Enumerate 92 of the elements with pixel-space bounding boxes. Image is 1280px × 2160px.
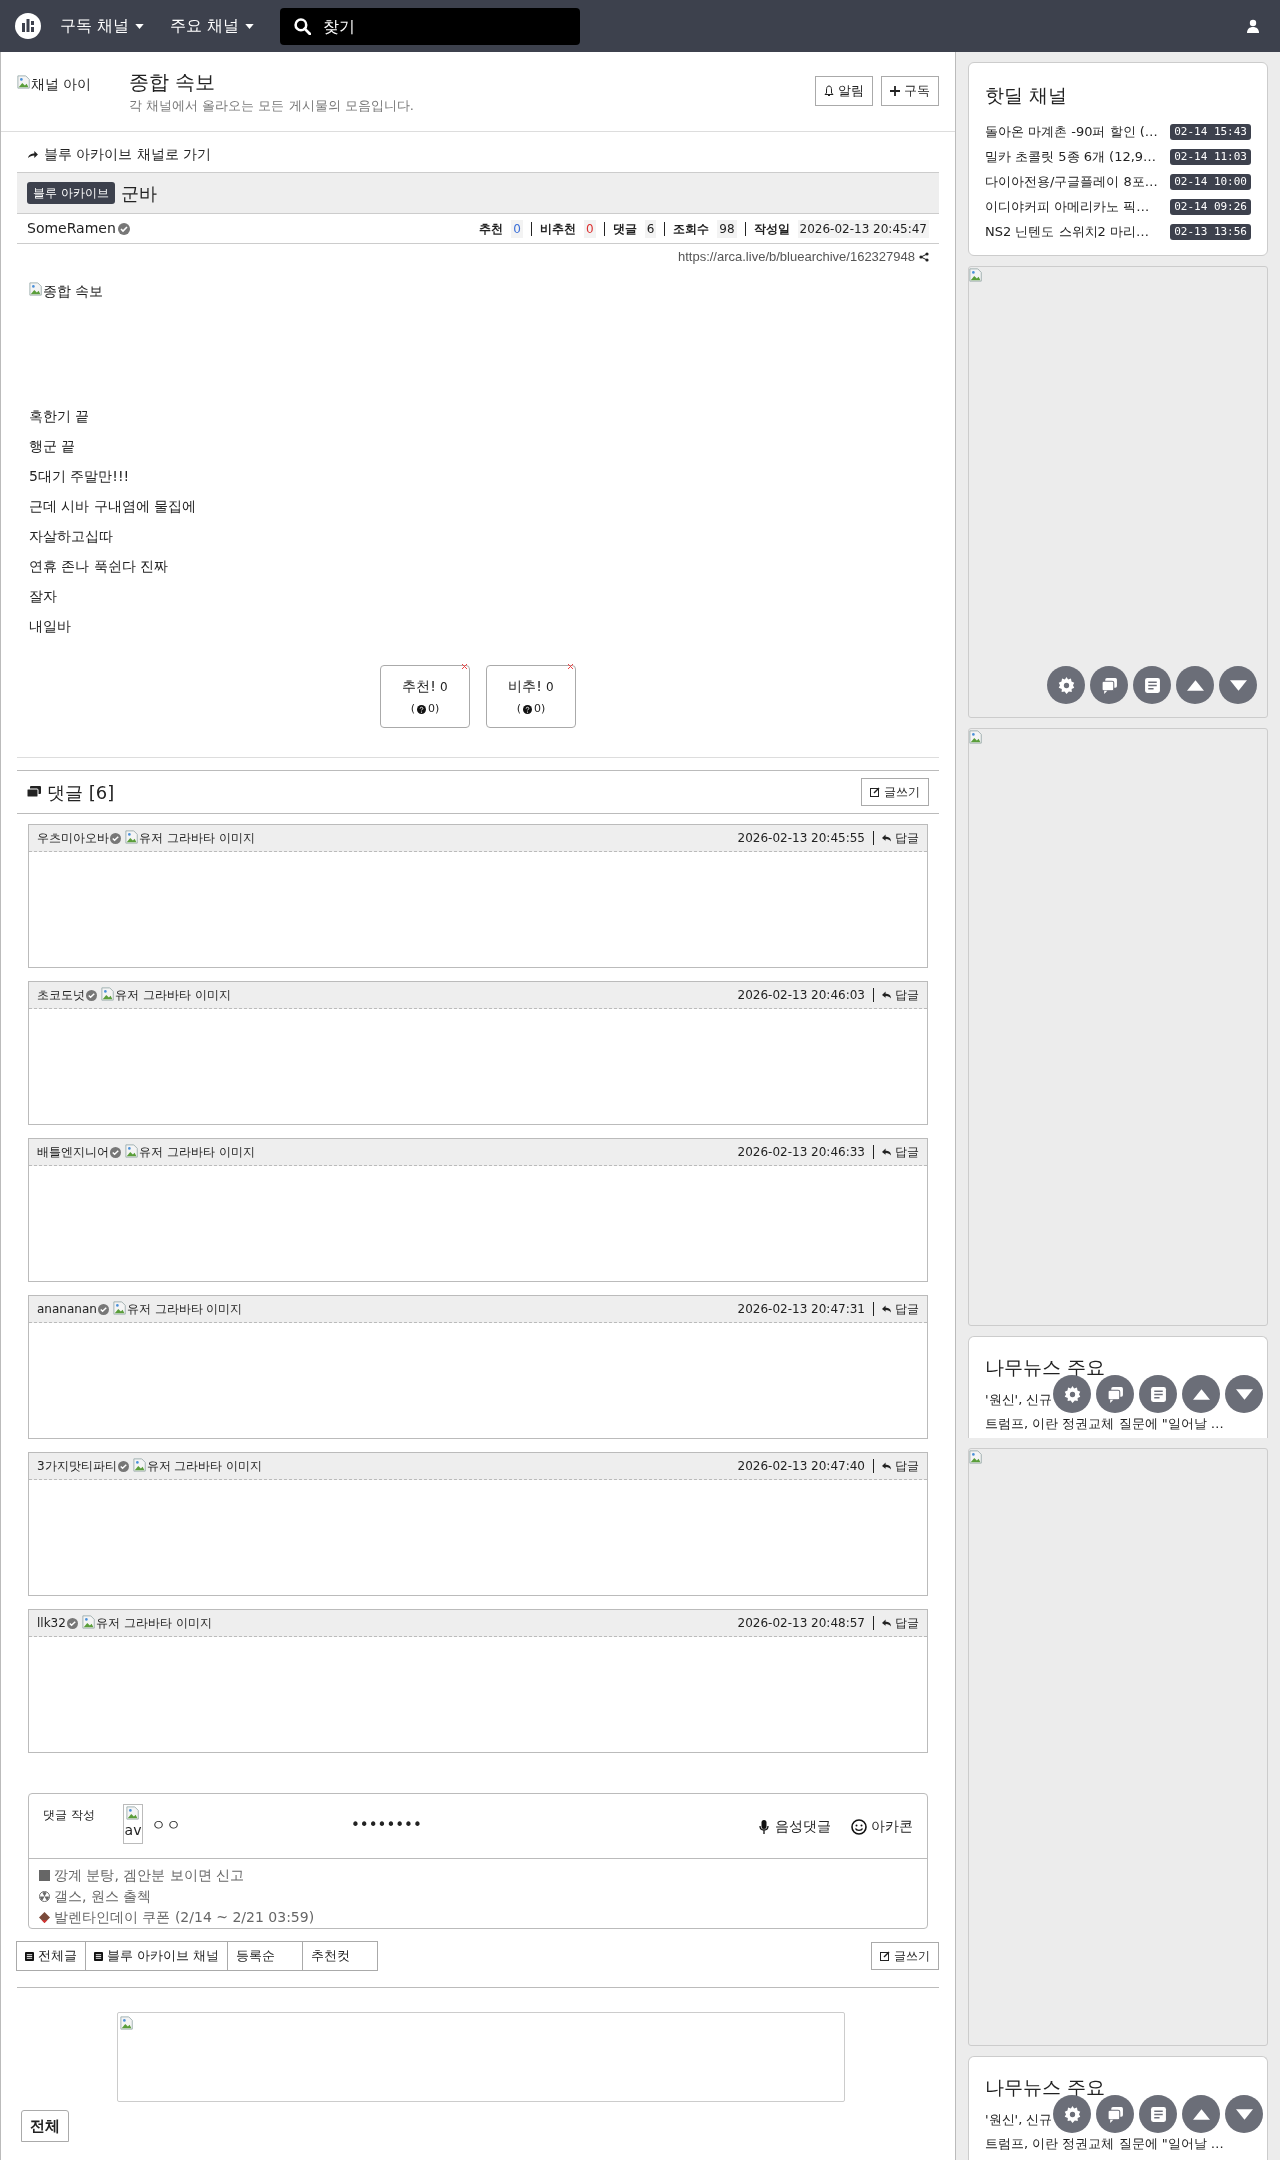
subscribe-button[interactable]: 구독 [881,76,939,106]
filter-button[interactable]: 전체 [21,2110,69,2142]
news-link[interactable]: 트럼프, 이란 정권교체 질문에 "일어날 … [985,2134,1224,2154]
stat-value: 2026-02-13 20:45:47 [797,219,929,238]
comment-author[interactable]: 우츠미아오바 [37,829,109,847]
search-field[interactable]: 찾기 [280,7,581,45]
hotdeal-link[interactable]: NS2 닌텐도 스위치2 마리… [985,222,1149,242]
reply-link[interactable]: 답글 [882,986,919,1004]
post-url[interactable]: https://arca.live/b/bluearchive/162327948 [677,247,915,267]
comment-time: 2026-02-13 20:48:57 [737,1615,865,1632]
comment-author[interactable]: 초코도넛 [37,986,85,1004]
card-title: 핫딜 채널 [985,83,1069,108]
list-tab[interactable]: 전체글 [16,1941,86,1971]
stat-label: 작성일 [753,220,790,238]
comment-time: 2026-02-13 20:45:55 [737,830,865,847]
comment-time: 2026-02-13 20:46:33 [737,1144,865,1161]
comment-time: 2026-02-13 20:46:03 [737,987,865,1004]
comment-author[interactable]: anananan [37,1300,97,1318]
nav-menu[interactable]: 주요 채널 [162,14,263,38]
comment-author[interactable]: 배틀엔지니어 [37,1143,109,1161]
notice-text: 깡계 분탕, 겜안분 보이면 신고 [54,1866,245,1885]
stat-value: 98 [717,219,737,238]
hotdeal-link[interactable]: 밀카 초콜릿 5종 6개 (12,9… [985,147,1157,167]
avatar-alt-text: 유저 그라바타 이미지 [146,1458,263,1475]
emoticon-button[interactable]: 아카콘 [851,1816,913,1837]
reply-link[interactable]: 답글 [882,1614,919,1632]
list-tab[interactable]: 추천컷 [302,1941,379,1971]
avatar-alt-text: 유저 그라바타 이미지 [139,1144,255,1161]
hotdeal-link[interactable]: 이디야커피 아메리카노 픽… [985,197,1150,217]
time-badge: 02-13 13:56 [1170,223,1251,241]
avatar-alt-text: av [124,1821,142,1839]
notice-text: 발렌타인데이 쿠폰 (2/14 ~ 2/21 03:59) [54,1908,315,1927]
comment-time: 2026-02-13 20:47:31 [737,1301,865,1318]
comment-author[interactable]: llk32 [37,1614,66,1632]
comments-title: 댓글 [6] [47,780,115,805]
list-tab[interactable]: 블루 아카이브 채널 [85,1941,229,1971]
channel-description: 각 채널에서 올라오는 모든 게시물의 모음입니다. [129,97,415,115]
channel-title: 종합 속보 [129,69,217,96]
notice-text: 갤스, 원스 출첵 [54,1887,152,1906]
post-body-line: 행군 끝 [29,437,77,456]
comment-author[interactable]: 3가지맛티파티 [37,1457,117,1475]
post-body-line: 연휴 존나 푹쉰다 진짜 [29,557,170,576]
stat-label: 비추천 [540,220,576,238]
post-body-line: 자살하고십따 [29,527,114,546]
reply-link[interactable]: 답글 [882,1457,919,1475]
write-button[interactable]: 글쓰기 [861,778,929,806]
comment-form-label: 댓글 작성 [43,1807,96,1824]
post-body-line: 잘자 [29,587,58,606]
stat-value: 0 [584,219,596,238]
nav-menu[interactable]: 구독 채널 [52,14,153,38]
avatar-alt-text: 유저 그라바타 이미지 [115,987,231,1004]
alarm-button[interactable]: 알림 [815,76,873,106]
news-link[interactable]: '원신', 신규 [985,2110,1053,2130]
post-body-line: 혹한기 끝 [29,407,91,426]
news-link[interactable]: 트럼프, 이란 정권교체 질문에 "일어날 … [985,1414,1224,1434]
reply-link[interactable]: 답글 [882,1300,919,1318]
time-badge: 02-14 10:00 [1170,173,1251,191]
post-body-line: 내일바 [29,617,72,636]
reply-link[interactable]: 답글 [882,1143,919,1161]
category-badge[interactable]: 블루 아카이브 [27,182,115,204]
time-badge: 02-14 11:03 [1170,148,1251,166]
list-tab[interactable]: 등록순 [227,1941,304,1971]
hotdeal-link[interactable]: 다이아전용/구글플레이 8포… [985,172,1158,192]
avatar-alt-text: 유저 그라바타 이미지 [139,830,255,847]
password-field[interactable]: •••••••• [351,1814,511,1837]
avatar-alt-text: 유저 그라바타 이미지 [95,1615,212,1632]
hotdeal-link[interactable]: 돌아온 마계촌 -90퍼 할인 (… [985,122,1158,142]
time-badge: 02-14 15:43 [1170,123,1251,141]
avatar-alt-text: 유저 그라바타 이미지 [126,1301,243,1318]
back-to-channel-link[interactable]: 블루 아카이브 채널로 가기 [17,136,939,172]
voice-comment-button[interactable]: 음성댓글 [759,1816,831,1837]
stat-value: 0 [511,219,523,238]
upvote-button[interactable]: 추천! 0 ( 0) [380,665,470,728]
downvote-button[interactable]: 비추! 0 ( 0) [486,665,576,728]
post-title: 군바 [120,181,157,206]
card-title: 나무뉴스 주요 [985,2075,1107,2100]
write-button[interactable]: 글쓰기 [871,1942,939,1970]
stat-label: 추천 [479,220,504,238]
time-badge: 02-14 09:26 [1170,198,1251,216]
stat-value: 6 [644,219,657,238]
channel-icon-alt-text: 채널 아이 [31,75,92,94]
news-link[interactable]: '원신', 신규 [985,1390,1053,1410]
stat-label: 댓글 [612,220,637,238]
card-title: 나무뉴스 주요 [985,1355,1107,1380]
post-image-alt-text: 종합 속보 [43,282,104,301]
post-body-line: 근데 시바 구내염에 물집에 [29,497,198,516]
post-body-line: 5대기 주말만!!! [29,467,131,486]
comment-time: 2026-02-13 20:47:40 [737,1458,865,1475]
author-name[interactable]: SomeRamen [27,218,116,239]
reply-link[interactable]: 답글 [882,829,919,847]
nickname-field[interactable]: ㅇㅇ [151,1814,311,1837]
stat-label: 조회수 [673,220,710,238]
